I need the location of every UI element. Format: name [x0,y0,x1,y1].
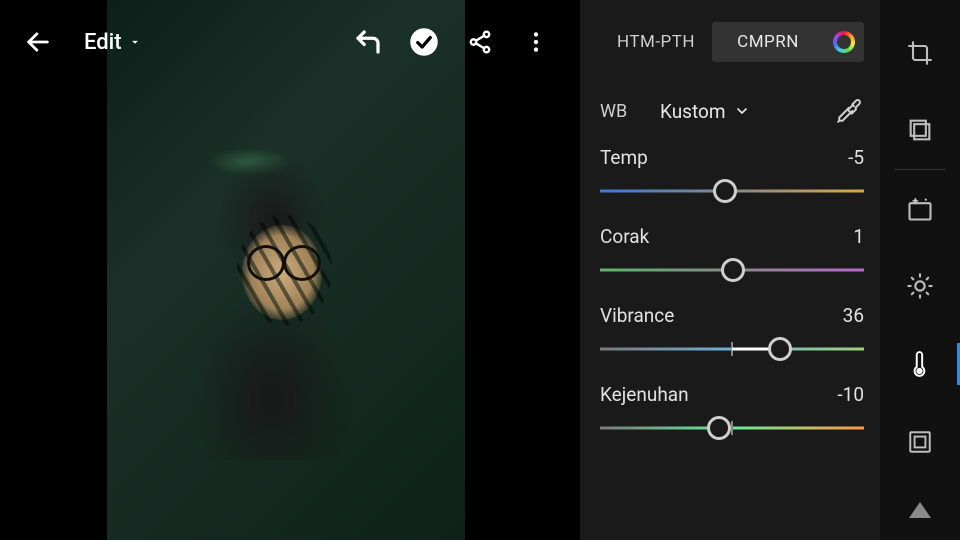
caret-down-icon [128,35,142,49]
triangle-up-icon [909,502,931,518]
checkmark-circle-icon [409,27,439,57]
light-sun-icon [906,272,934,300]
slider-temp-track[interactable] [600,179,864,203]
tool-crop[interactable] [880,14,960,92]
tool-color[interactable] [880,325,960,403]
tool-presets[interactable] [880,92,960,170]
share-button[interactable] [456,18,504,66]
eyedropper-icon [836,98,862,124]
tab-color-mix[interactable] [824,22,864,62]
slider-temp-thumb[interactable] [713,179,737,203]
wb-preset-dropdown[interactable]: Kustom [660,100,816,123]
slider-vibrance-track[interactable] [600,337,864,361]
arrow-left-icon [24,28,52,56]
slider-vibrance-thumb[interactable] [768,337,792,361]
wb-label: WB [600,101,640,122]
more-vertical-icon [523,29,549,55]
thermometer-icon [907,351,933,377]
crop-icon [906,39,934,67]
slider-kejenuhan-track[interactable] [600,416,864,440]
slider-kejenuhan-thumb[interactable] [707,416,731,440]
auto-sparkle-icon [906,195,934,223]
color-panel: HTM-PTH CMPRN WB Kustom Temp -5 Corak 1 [580,0,880,540]
slider-vibrance-label: Vibrance [600,304,674,327]
confirm-button[interactable] [400,18,448,66]
slider-temp: Temp -5 [600,146,864,203]
back-button[interactable] [20,24,56,60]
tool-expand-up[interactable] [880,480,960,540]
eyedropper-button[interactable] [836,98,864,124]
slider-corak-thumb[interactable] [721,258,745,282]
tool-auto[interactable] [880,170,960,248]
tab-htmpth[interactable]: HTM-PTH [600,22,712,62]
slider-corak-track[interactable] [600,258,864,282]
photo-subject-glasses [247,245,321,275]
slider-corak-label: Corak [600,225,649,248]
slider-corak: Corak 1 [600,225,864,282]
frame-square-icon [907,429,933,455]
presets-stack-icon [906,116,934,144]
edit-label-text: Edit [84,30,122,55]
edit-dropdown[interactable]: Edit [84,30,142,55]
tool-effects[interactable] [880,403,960,481]
undo-icon [353,27,383,57]
share-icon [467,29,493,55]
more-button[interactable] [512,18,560,66]
tool-rail [880,0,960,540]
color-wheel-icon [833,31,855,53]
slider-vibrance: Vibrance 36 [600,304,864,361]
tool-light[interactable] [880,248,960,326]
slider-kejenuhan: Kejenuhan -10 [600,383,864,440]
wb-preset-value: Kustom [660,100,726,123]
slider-corak-value: 1 [853,225,864,248]
slider-kejenuhan-label: Kejenuhan [600,383,689,406]
tab-cmprn[interactable]: CMPRN [712,22,824,62]
slider-vibrance-value: 36 [843,304,864,327]
slider-center-tick [731,421,733,435]
slider-kejenuhan-value: -10 [837,383,864,406]
chevron-down-icon [734,103,750,119]
slider-temp-value: -5 [848,146,864,169]
slider-temp-label: Temp [600,146,648,169]
undo-button[interactable] [344,18,392,66]
